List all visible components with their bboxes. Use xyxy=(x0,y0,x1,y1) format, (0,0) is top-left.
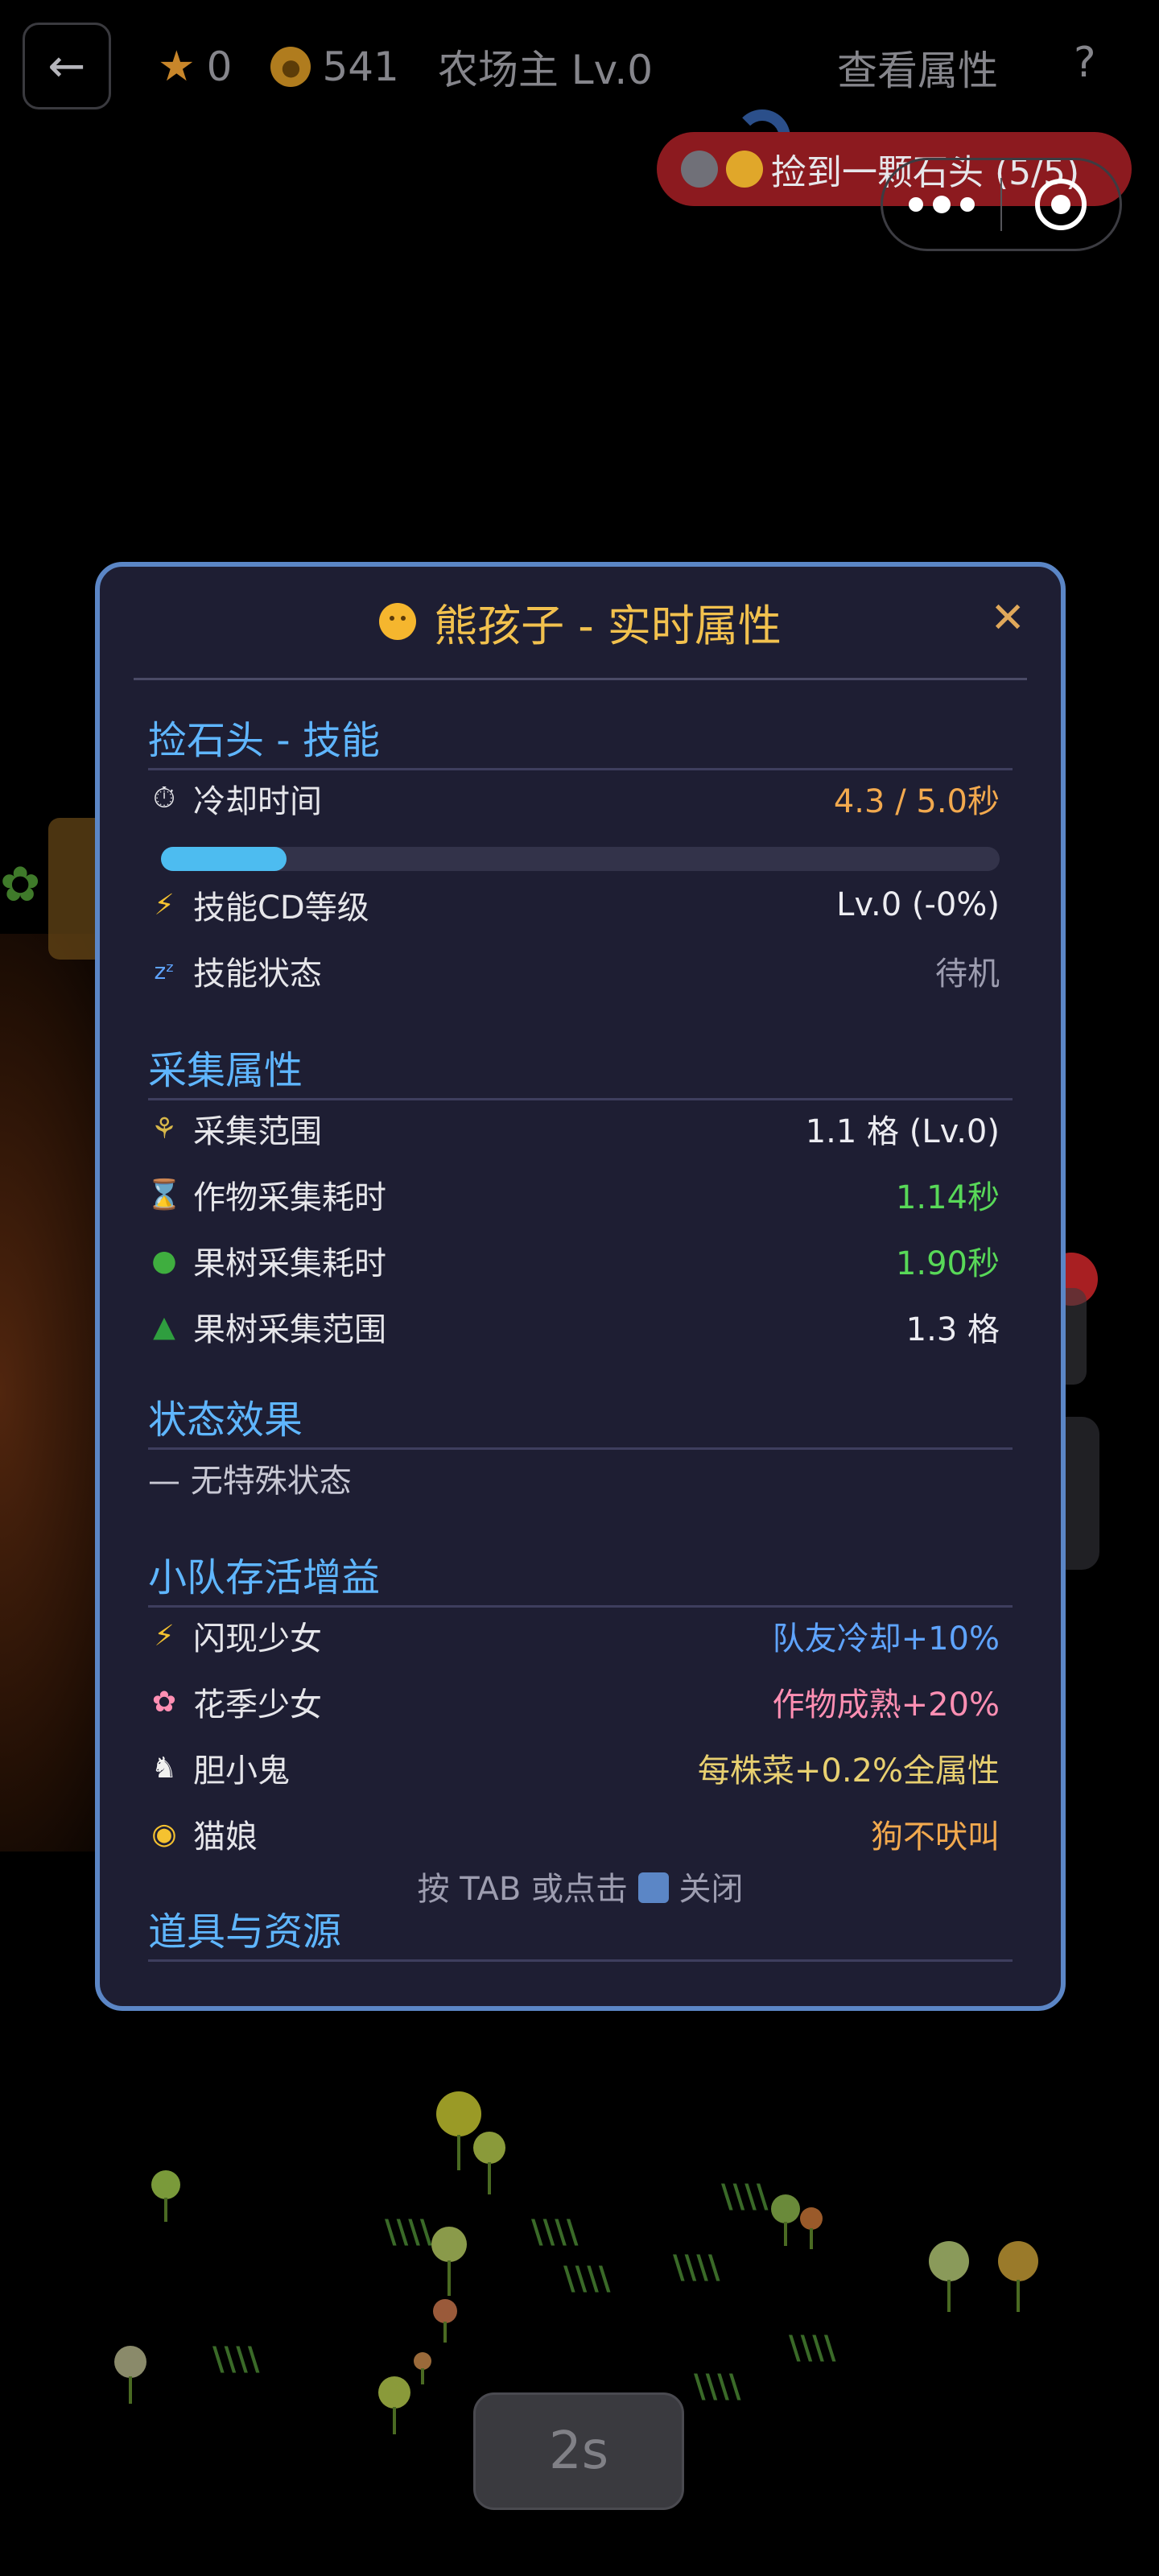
section-divider xyxy=(148,1959,1013,1962)
cooldown-progress-fill xyxy=(161,847,287,871)
member-effect: 队友冷却+10% xyxy=(772,1620,1000,1657)
player-level: 农场主 Lv.0 xyxy=(437,47,654,93)
team-member-row: ✿ 花季少女 作物成熟+20% xyxy=(148,1678,1000,1726)
rock-icon xyxy=(681,151,718,188)
close-icon[interactable]: ✕ xyxy=(990,594,1025,642)
miniprogram-capsule xyxy=(881,158,1122,251)
no-status-row: — 无特殊状态 xyxy=(148,1454,1000,1502)
star-icon: ★ xyxy=(158,43,196,91)
member-name: 猫娘 xyxy=(193,1818,258,1856)
member-name: 花季少女 xyxy=(193,1686,322,1724)
grass-tuft: \\\\ xyxy=(563,2260,611,2297)
gather-range-label: 采集范围 xyxy=(193,1113,322,1150)
gather-range-row: ⚘ 采集范围 1.1 格 (Lv.0) xyxy=(148,1104,1000,1153)
countdown-timer: 2s xyxy=(473,2392,684,2510)
skill-status-row: zᶻ 技能状态 待机 xyxy=(148,947,1000,995)
chicken-icon: ♞ xyxy=(151,1751,178,1785)
tree-time-row: ● 果树采集耗时 1.90秒 xyxy=(148,1236,1000,1285)
section-title-team: 小队存活增益 xyxy=(148,1555,381,1600)
grass-tuft: \\\\ xyxy=(694,2368,741,2405)
tree-time-label: 果树采集耗时 xyxy=(193,1245,386,1282)
section-title-gather: 采集属性 xyxy=(148,1048,303,1093)
section-divider xyxy=(148,1605,1013,1608)
dot-icon xyxy=(908,197,923,212)
status-bar: ★ 0 ● 541 农场主 Lv.0 xyxy=(158,39,653,95)
more-button[interactable] xyxy=(883,196,1000,213)
cooldown-label: 冷却时间 xyxy=(193,783,322,820)
member-effect: 作物成熟+20% xyxy=(772,1686,1000,1724)
hourglass-icon: ⌛ xyxy=(146,1179,183,1212)
close-hint-suffix: 关闭 xyxy=(678,1871,744,1908)
team-member-row: ⚡ 闪现少女 队友冷却+10% xyxy=(148,1612,1000,1660)
grass-tuft: \\\\ xyxy=(789,2330,836,2367)
member-effect: 每株菜+0.2%全属性 xyxy=(697,1752,1000,1790)
cd-level-row: ⚡ 技能CD等级 Lv.0 (-0%) xyxy=(148,881,1000,929)
coin-count: 541 xyxy=(322,43,399,90)
chart-icon[interactable] xyxy=(637,1872,669,1903)
back-button[interactable]: ← xyxy=(23,23,111,109)
grass-tuft: \\\\ xyxy=(212,2341,260,2378)
cooldown-value: 4.3 / 5.0秒 xyxy=(833,783,1000,820)
tree-time-value: 1.90秒 xyxy=(895,1245,1000,1282)
skill-status-value: 待机 xyxy=(935,956,1000,993)
lightning-icon: ⚡ xyxy=(154,1619,175,1653)
tree-range-value: 1.3 格 xyxy=(905,1311,1000,1348)
member-name: 胆小鬼 xyxy=(193,1752,290,1790)
modal-header: 熊孩子 - 实时属性 xyxy=(100,567,1061,676)
grass-tuft: \\\\ xyxy=(673,2249,720,2286)
close-hint[interactable]: 按 TAB 或点击 关闭 xyxy=(100,1863,1061,1909)
no-status-text: — 无特殊状态 xyxy=(148,1463,352,1500)
section-title-skill: 捡石头 - 技能 xyxy=(148,718,380,763)
close-miniprogram-button[interactable] xyxy=(1002,179,1120,230)
coin-stat: ● 541 xyxy=(270,43,399,90)
wheat-icon: ⚘ xyxy=(151,1112,178,1146)
help-button[interactable]: ? xyxy=(1074,39,1096,87)
section-title-status: 状态效果 xyxy=(148,1397,303,1443)
grass-tuft: \\\\ xyxy=(721,2178,769,2215)
team-member-row: ◉ 猫娘 狗不吠叫 xyxy=(148,1810,1000,1858)
gather-range-value: 1.1 格 (Lv.0) xyxy=(805,1113,1000,1150)
star-stat: ★ 0 xyxy=(158,43,232,91)
sleep-icon: zᶻ xyxy=(154,957,175,985)
crop-time-label: 作物采集耗时 xyxy=(193,1179,386,1216)
cat-face-icon: ◉ xyxy=(151,1817,177,1851)
cherry-blossom-icon: ✿ xyxy=(151,1685,177,1719)
pine-tree-icon: ▲ xyxy=(153,1310,175,1344)
modal-content: 捡石头 - 技能 ⏱ 冷却时间 4.3 / 5.0秒 ⚡ 技能CD等级 Lv.0 (… xyxy=(146,687,1013,2006)
dot-icon xyxy=(932,196,951,213)
skill-status-label: 技能状态 xyxy=(193,956,322,993)
header-divider xyxy=(134,678,1027,680)
cooldown-progress-bar xyxy=(161,847,1000,871)
cooldown-row: ⏱ 冷却时间 4.3 / 5.0秒 xyxy=(148,774,1000,823)
kid-face-icon xyxy=(726,151,763,188)
lightning-icon: ⚡ xyxy=(154,888,175,922)
section-divider xyxy=(148,1447,1013,1450)
target-circle-icon xyxy=(1035,179,1087,230)
tree-range-label: 果树采集范围 xyxy=(193,1311,386,1348)
tree-icon: ● xyxy=(151,1244,177,1278)
cd-level-value: Lv.0 (-0%) xyxy=(836,886,1000,923)
star-count: 0 xyxy=(206,43,233,90)
attributes-modal: 熊孩子 - 实时属性 ✕ 捡石头 - 技能 ⏱ 冷却时间 4.3 / 5.0秒 ⚡… xyxy=(95,562,1066,2011)
close-hint-prefix: 按 TAB 或点击 xyxy=(417,1871,629,1908)
member-name: 闪现少女 xyxy=(193,1620,322,1657)
sprout-icon: ✿ xyxy=(0,857,41,913)
modal-title: 熊孩子 - 实时属性 xyxy=(434,600,782,651)
cd-level-label: 技能CD等级 xyxy=(193,890,369,927)
section-divider xyxy=(148,1098,1013,1100)
dot-icon xyxy=(959,197,975,212)
member-effect: 狗不吠叫 xyxy=(871,1818,1000,1856)
arrow-left-icon: ← xyxy=(47,39,86,93)
view-attributes-button[interactable]: 查看属性 xyxy=(837,39,998,97)
coin-icon: ● xyxy=(270,47,311,87)
crop-time-row: ⌛ 作物采集耗时 1.14秒 xyxy=(146,1170,1000,1219)
stopwatch-icon: ⏱ xyxy=(152,782,176,815)
grass-tuft: \\\\ xyxy=(531,2214,579,2251)
tree-range-row: ▲ 果树采集范围 1.3 格 xyxy=(148,1302,1000,1351)
team-member-row: ♞ 胆小鬼 每株菜+0.2%全属性 xyxy=(148,1744,1000,1792)
kid-face-icon xyxy=(379,603,417,640)
crop-time-value: 1.14秒 xyxy=(895,1179,1000,1216)
grass-tuft: \\\\ xyxy=(385,2214,432,2251)
section-divider xyxy=(148,768,1013,770)
